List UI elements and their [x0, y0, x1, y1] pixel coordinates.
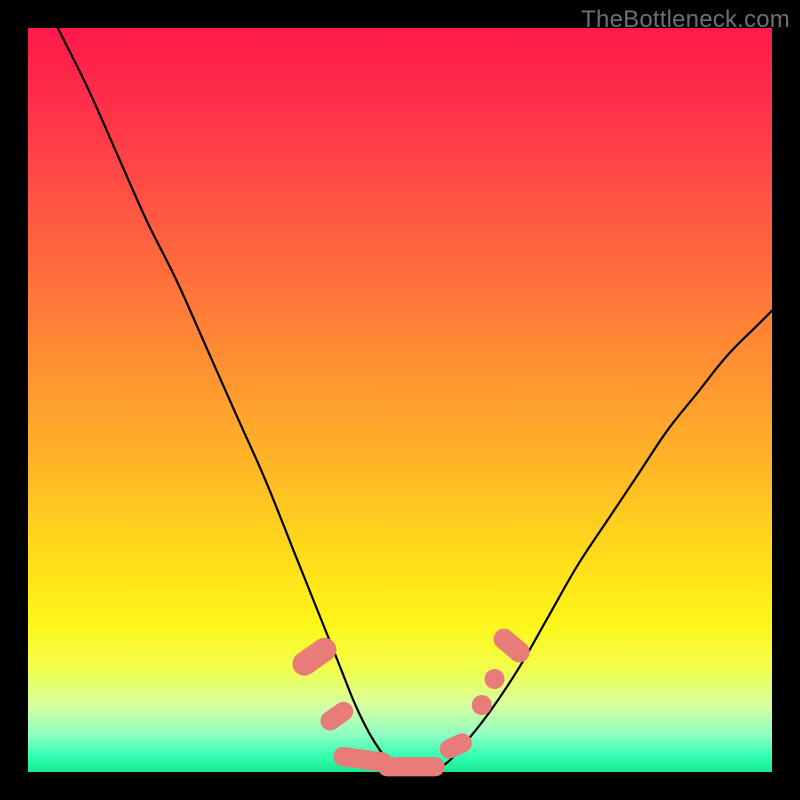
curve-marker-pill: [317, 698, 357, 734]
plot-area: [28, 28, 772, 772]
curve-marker-pill: [489, 624, 534, 666]
watermark-text: TheBottleneck.com: [581, 6, 790, 34]
curve-marker-pill: [378, 757, 445, 776]
curve-marker-pill: [288, 633, 341, 680]
chart-frame: TheBottleneck.com: [0, 0, 800, 800]
curve-marker-dot: [472, 695, 492, 715]
curve-marker-pill: [437, 730, 476, 762]
curve-marker-dot: [485, 669, 505, 689]
curve-layer: [28, 28, 772, 772]
bottleneck-curve: [58, 28, 772, 773]
